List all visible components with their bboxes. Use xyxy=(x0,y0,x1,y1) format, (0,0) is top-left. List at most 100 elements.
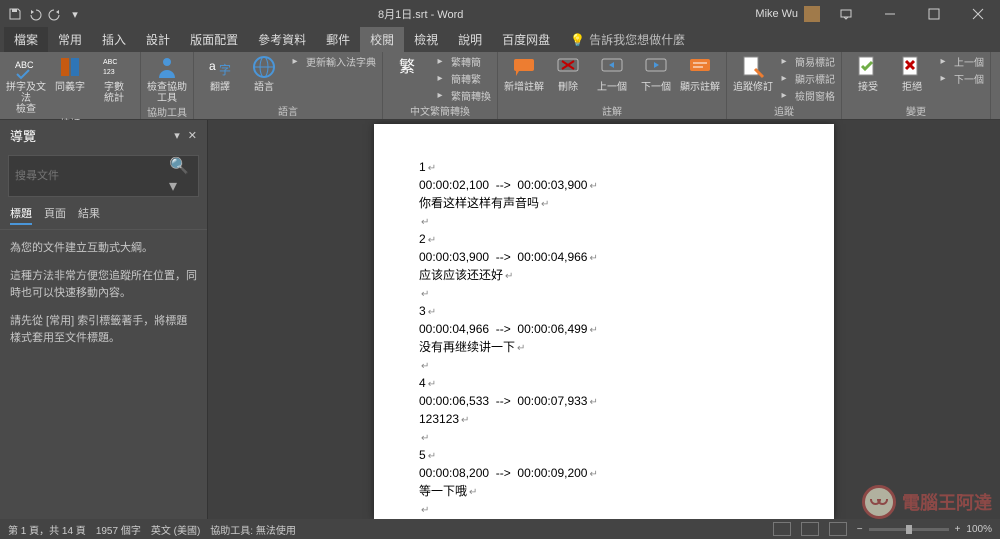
doc-line[interactable]: 1 xyxy=(419,158,804,176)
doc-line[interactable] xyxy=(419,500,804,518)
tell-me[interactable]: 💡 告訴我您想做什麼 xyxy=(560,27,695,52)
doc-line[interactable]: 00:00:06,533 --> 00:00:07,933 xyxy=(419,392,804,410)
ribbon-small-item[interactable]: ▸簡易標記 xyxy=(777,54,835,69)
view-print-icon[interactable] xyxy=(801,522,819,536)
svg-text:字: 字 xyxy=(219,62,231,77)
tab-4[interactable]: 參考資料 xyxy=(248,27,316,52)
zoom-in-icon[interactable]: + xyxy=(955,524,961,535)
navpane-title: 導覽 xyxy=(10,126,36,145)
navpane-close-icon[interactable]: ✕ xyxy=(188,129,197,142)
doc-line[interactable] xyxy=(419,284,804,302)
status-page[interactable]: 第 1 頁，共 14 頁 xyxy=(8,522,86,537)
doc-line[interactable]: 3 xyxy=(419,302,804,320)
view-read-icon[interactable] xyxy=(773,522,791,536)
ribbon-small-item[interactable]: ▸檢閱窗格 xyxy=(777,88,835,103)
next-button[interactable]: 下一個 xyxy=(636,54,676,93)
close-icon[interactable] xyxy=(956,0,1000,28)
zoom-control[interactable]: − + 100% xyxy=(857,524,992,535)
ribbon-small-item[interactable]: ▸下一個 xyxy=(936,71,984,86)
search-input[interactable] xyxy=(9,167,163,185)
view-web-icon[interactable] xyxy=(829,522,847,536)
save-icon[interactable] xyxy=(8,7,22,21)
doc-line[interactable]: 00:00:02,100 --> 00:00:03,900 xyxy=(419,176,804,194)
tab-0[interactable]: 常用 xyxy=(48,27,92,52)
newcomment-button[interactable]: 新增註解 xyxy=(504,54,544,93)
track-button[interactable]: 追蹤修訂 xyxy=(733,54,773,93)
search-icon[interactable]: 🔍▾ xyxy=(163,156,198,196)
user-account[interactable]: Mike Wu xyxy=(751,6,824,22)
doc-line[interactable] xyxy=(419,428,804,446)
ribbon-small-item[interactable]: ▸簡轉繁 xyxy=(433,71,491,86)
language-label: 語言 xyxy=(254,82,274,93)
track-icon xyxy=(739,54,767,80)
navtab-results[interactable]: 結果 xyxy=(78,205,100,225)
doc-line[interactable]: 2 xyxy=(419,230,804,248)
minimize-icon[interactable] xyxy=(868,0,912,28)
tab-3[interactable]: 版面配置 xyxy=(180,27,248,52)
doc-line[interactable]: 00:00:08,200 --> 00:00:09,200 xyxy=(419,464,804,482)
translate-button[interactable]: a字翻譯 xyxy=(200,54,240,93)
status-lang[interactable]: 英文 (美國) xyxy=(151,522,200,537)
doc-line[interactable]: 4 xyxy=(419,374,804,392)
ribbon-small-item[interactable]: ▸顯示標記 xyxy=(777,71,835,86)
ribbon-small-item[interactable]: ▸更新輸入法字典 xyxy=(288,54,376,69)
doc-line[interactable]: 应该应该还还好 xyxy=(419,266,804,284)
doc-line[interactable]: 00:00:03,900 --> 00:00:04,966 xyxy=(419,248,804,266)
page[interactable]: 100:00:02,100 --> 00:00:03,900你看这样这样有声音吗… xyxy=(374,124,834,519)
maximize-icon[interactable] xyxy=(912,0,956,28)
thesaurus-button[interactable]: 同義字 xyxy=(50,54,90,93)
doc-line[interactable] xyxy=(419,356,804,374)
doc-line[interactable]: 00:00:04,966 --> 00:00:06,499 xyxy=(419,320,804,338)
navtab-pages[interactable]: 頁面 xyxy=(44,205,66,225)
undo-icon[interactable] xyxy=(28,7,42,21)
doc-line[interactable]: 123123 xyxy=(419,410,804,428)
tab-file[interactable]: 檔案 xyxy=(4,27,48,52)
translate-label: 翻譯 xyxy=(210,82,230,93)
ribbon-small-item[interactable]: ▸繁簡轉換 xyxy=(433,88,491,103)
navigation-pane: 導覽 ▾ ✕ 🔍▾ 標題 頁面 結果 為您的文件建立互動式大綱。 這種方法非常方… xyxy=(0,120,208,519)
ribbon-small-item[interactable]: ▸上一個 xyxy=(936,54,984,69)
language-button[interactable]: 語言 xyxy=(244,54,284,93)
qat-dropdown-icon[interactable]: ▾ xyxy=(68,7,82,21)
ribbon-small-item[interactable]: ▸繁轉簡 xyxy=(433,54,491,69)
zoom-value[interactable]: 100% xyxy=(966,524,992,535)
reject-button[interactable]: 拒絕 xyxy=(892,54,932,93)
status-accessibility[interactable]: 協助工具: 無法使用 xyxy=(210,522,296,537)
tab-5[interactable]: 郵件 xyxy=(316,27,360,52)
convert-button[interactable]: 繁 xyxy=(389,54,429,82)
doc-line[interactable]: 你看这样这样有声音吗 xyxy=(419,194,804,212)
ribbon-options-icon[interactable] xyxy=(824,0,868,28)
tab-9[interactable]: 百度网盘 xyxy=(492,27,560,52)
doc-line[interactable]: 等一下哦 xyxy=(419,482,804,500)
tab-2[interactable]: 設計 xyxy=(136,27,180,52)
showcomments-button[interactable]: 顯示註解 xyxy=(680,54,720,93)
doc-line[interactable]: 5 xyxy=(419,446,804,464)
doc-line[interactable]: 6 xyxy=(419,518,804,519)
tab-8[interactable]: 說明 xyxy=(448,27,492,52)
showcomments-label: 顯示註解 xyxy=(680,82,720,93)
doc-line[interactable]: 没有再继续讲一下 xyxy=(419,338,804,356)
document-area[interactable]: 100:00:02,100 --> 00:00:03,900你看这样这样有声音吗… xyxy=(208,120,1000,519)
nav-hint-1: 為您的文件建立互動式大綱。 xyxy=(10,240,197,258)
status-words[interactable]: 1957 個字 xyxy=(96,522,141,537)
accessibility-icon xyxy=(153,54,181,80)
wordcount-button[interactable]: ABC123字數統計 xyxy=(94,54,134,104)
spelling-button[interactable]: ABC拼字及文法檢查 xyxy=(6,54,46,115)
bullet-icon: ▸ xyxy=(777,72,791,86)
redo-icon[interactable] xyxy=(48,7,62,21)
tab-1[interactable]: 插入 xyxy=(92,27,136,52)
accept-button[interactable]: 接受 xyxy=(848,54,888,93)
prev-button[interactable]: 上一個 xyxy=(592,54,632,93)
delete-button[interactable]: 刪除 xyxy=(548,54,588,93)
tab-6[interactable]: 校閱 xyxy=(360,27,404,52)
accessibility-button[interactable]: 檢查協助工具 xyxy=(147,54,187,104)
bullet-icon: ▸ xyxy=(777,89,791,103)
zoom-out-icon[interactable]: − xyxy=(857,524,863,535)
zoom-slider[interactable] xyxy=(869,528,949,531)
doc-line[interactable] xyxy=(419,212,804,230)
nav-search[interactable]: 🔍▾ xyxy=(8,155,199,197)
translate-icon: a字 xyxy=(206,54,234,80)
navtab-headings[interactable]: 標題 xyxy=(10,205,32,225)
navpane-dropdown-icon[interactable]: ▾ xyxy=(174,129,180,142)
tab-7[interactable]: 檢視 xyxy=(404,27,448,52)
